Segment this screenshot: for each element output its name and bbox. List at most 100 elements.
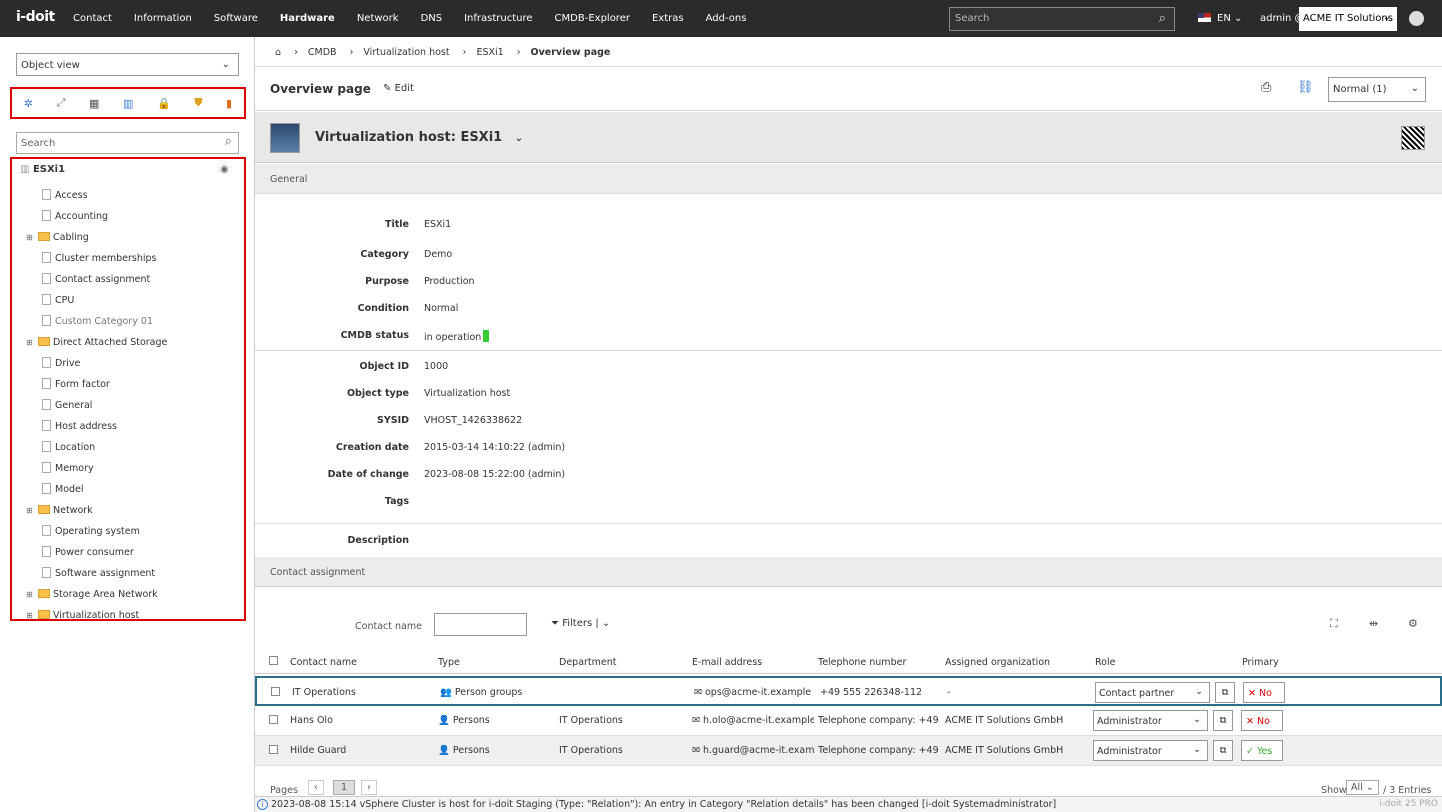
- table-row[interactable]: Hilde Guard 👤 Persons IT Operations ✉ h.gua…: [255, 736, 1442, 766]
- expand-icon[interactable]: ⊞: [26, 605, 34, 626]
- tree-search-input[interactable]: Search ⌕: [16, 132, 239, 154]
- tree-item[interactable]: ⊞ Direct Attached Storage: [26, 332, 167, 353]
- breadcrumb-item[interactable]: Virtualization host: [363, 47, 449, 58]
- prev-page-button[interactable]: ‹: [308, 780, 324, 795]
- tree-root[interactable]: ▥ ESXi1 ◉: [20, 164, 229, 175]
- contact-name-input[interactable]: [434, 613, 527, 636]
- table-row[interactable]: Hans Olo 👤 Persons IT Operations ✉ h.olo@ac…: [255, 706, 1442, 736]
- select-all-checkbox[interactable]: [269, 656, 278, 665]
- status-color-badge: [483, 330, 490, 342]
- columns-icon[interactable]: ⇹: [1369, 617, 1378, 630]
- eye-icon[interactable]: ◉: [220, 164, 229, 175]
- tree-item[interactable]: Custom Category 01: [26, 311, 153, 332]
- tree-item[interactable]: Power consumer: [26, 542, 134, 563]
- copy-icon[interactable]: ⧉: [1213, 710, 1233, 731]
- nav-item[interactable]: CMDB-Explorer: [544, 0, 641, 37]
- filters-button[interactable]: ⏷ Filters | ⌄: [551, 618, 610, 629]
- page-number[interactable]: 1: [333, 780, 356, 795]
- view-mode-select[interactable]: Normal (1) ⌄: [1328, 77, 1426, 102]
- breadcrumb-item[interactable]: ESXi1: [476, 47, 503, 58]
- primary-toggle[interactable]: ✕ No: [1243, 682, 1285, 703]
- email-cell[interactable]: ✉ h.olo@acme-it.example: [692, 715, 814, 726]
- copy-icon[interactable]: ⧉: [1215, 682, 1235, 703]
- nav-item[interactable]: Hardware: [269, 0, 346, 37]
- expand-icon[interactable]: ⊞: [26, 500, 34, 521]
- expand-icon[interactable]: ⊞: [26, 227, 34, 248]
- row-checkbox[interactable]: [271, 687, 280, 696]
- tree-item[interactable]: ⊞ Virtualization host: [26, 605, 139, 626]
- tree-item[interactable]: Accounting: [26, 206, 108, 227]
- copy-icon[interactable]: ⧉: [1213, 740, 1233, 761]
- bar-chart-icon[interactable]: ▮: [226, 97, 232, 110]
- calendar-icon[interactable]: ▦: [89, 97, 99, 110]
- email-cell[interactable]: ✉ h.guard@acme-it.example: [692, 745, 814, 756]
- primary-toggle[interactable]: ✓ Yes: [1241, 740, 1283, 761]
- tree-item[interactable]: Host address: [26, 416, 117, 437]
- nav-item[interactable]: Infrastructure: [453, 0, 543, 37]
- tree-item[interactable]: Location: [26, 437, 95, 458]
- fullscreen-icon[interactable]: ⛶: [1330, 617, 1338, 631]
- show-select[interactable]: All ⌄: [1346, 780, 1379, 795]
- breadcrumb-item[interactable]: CMDB: [308, 47, 337, 58]
- primary-toggle[interactable]: ✕ No: [1241, 710, 1283, 731]
- edit-button[interactable]: ✎ Edit: [383, 83, 414, 94]
- tenant-select[interactable]: ACME IT Solutions ⌄: [1299, 7, 1397, 31]
- nav-item[interactable]: Extras: [641, 0, 695, 37]
- tree-item[interactable]: ⊞ Storage Area Network: [26, 584, 158, 605]
- tree-item[interactable]: ⊞ Network: [26, 500, 93, 521]
- nav-item[interactable]: Information: [123, 0, 203, 37]
- email-cell[interactable]: ✉ ops@acme-it.example: [694, 687, 816, 698]
- general-section-header[interactable]: General: [255, 164, 1442, 194]
- home-icon[interactable]: ⌂: [275, 47, 281, 58]
- object-title[interactable]: Virtualization host: ESXi1 ⌄: [315, 130, 523, 145]
- search-icon[interactable]: ⌕: [1159, 11, 1166, 26]
- expand-icon[interactable]: ⤢: [57, 96, 66, 110]
- role-select[interactable]: Administrator ⌄: [1093, 710, 1208, 731]
- search-icon[interactable]: ⌕: [225, 134, 232, 149]
- book-icon[interactable]: ▥: [123, 97, 133, 110]
- nav-item[interactable]: Contact: [62, 0, 123, 37]
- tree-item[interactable]: Model: [26, 479, 84, 500]
- link-icon[interactable]: ⛓: [1297, 80, 1314, 95]
- table-row[interactable]: IT Operations 👥 Person groups ✉ ops@acme-i…: [255, 676, 1442, 706]
- breadcrumb: ⌂ › CMDB › Virtualization host › ESXi1 › Ove…: [255, 37, 1442, 67]
- next-page-button[interactable]: ›: [361, 780, 377, 795]
- tree-item[interactable]: Drive: [26, 353, 80, 374]
- view-select[interactable]: Object view ⌄: [16, 53, 239, 76]
- row-checkbox[interactable]: [269, 745, 278, 754]
- tree-item[interactable]: General: [26, 395, 92, 416]
- contact-section-header[interactable]: Contact assignment: [255, 557, 1442, 587]
- avatar[interactable]: [1409, 11, 1424, 26]
- row-checkbox[interactable]: [269, 715, 278, 724]
- document-icon: [42, 546, 51, 557]
- nav-item[interactable]: DNS: [410, 0, 454, 37]
- field-value: Demo: [424, 249, 453, 260]
- tree-item[interactable]: Operating system: [26, 521, 140, 542]
- print-icon[interactable]: ⎙: [1261, 80, 1271, 95]
- global-search-input[interactable]: Search ⌕: [949, 7, 1175, 31]
- folder-icon: [38, 232, 50, 241]
- tree-item[interactable]: Form factor: [26, 374, 110, 395]
- gear-icon[interactable]: ⚙: [1408, 617, 1418, 630]
- tree-item[interactable]: Software assignment: [26, 563, 155, 584]
- language-select[interactable]: EN ⌄: [1198, 13, 1242, 24]
- nav-item[interactable]: Network: [346, 0, 410, 37]
- tree-item[interactable]: Contact assignment: [26, 269, 150, 290]
- logo[interactable]: i-doit: [16, 9, 55, 25]
- qr-code-icon[interactable]: [1401, 126, 1425, 150]
- lock-icon[interactable]: 🔒: [157, 97, 171, 110]
- role-select[interactable]: Contact partner ⌄: [1095, 682, 1210, 703]
- nav-item[interactable]: Software: [203, 0, 269, 37]
- nav-item[interactable]: Add-ons: [695, 0, 758, 37]
- relations-icon[interactable]: ✲: [24, 97, 33, 110]
- tree-item[interactable]: Access: [26, 185, 88, 206]
- tree-item[interactable]: Cluster memberships: [26, 248, 156, 269]
- shield-icon[interactable]: ⛊: [194, 96, 202, 110]
- expand-icon[interactable]: ⊞: [26, 332, 34, 353]
- tree-item[interactable]: Memory: [26, 458, 94, 479]
- expand-icon[interactable]: ⊞: [26, 584, 34, 605]
- role-select[interactable]: Administrator ⌄: [1093, 740, 1208, 761]
- chevron-down-icon[interactable]: ⌄: [515, 133, 523, 144]
- tree-item[interactable]: ⊞ Cabling: [26, 227, 89, 248]
- tree-item[interactable]: CPU: [26, 290, 74, 311]
